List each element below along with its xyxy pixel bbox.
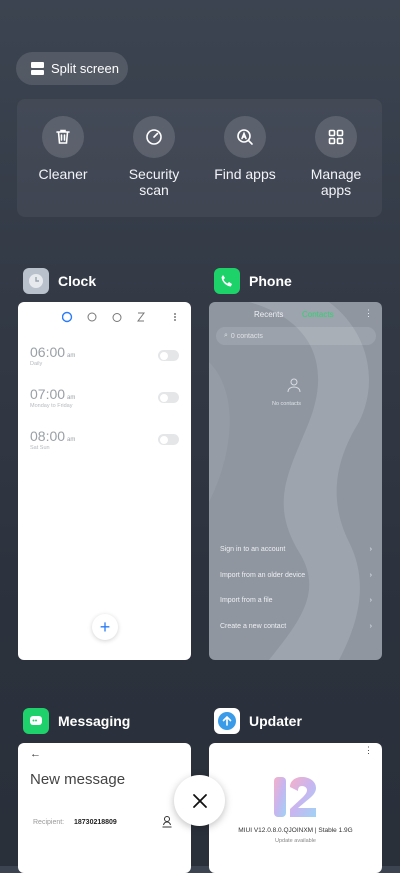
alarm-toggle[interactable] [158,392,179,403]
wallpaper-wave [209,302,369,660]
clock-app-preview[interactable]: 06:00 am Daily 07:00 am Monday to Friday 0… [18,302,191,660]
more-options-icon[interactable]: ⋮ [364,745,373,756]
menu-import-file[interactable]: Import from a file › [220,597,372,604]
back-arrow-icon[interactable]: ← [30,748,41,760]
clock-app-name: Clock [58,273,97,289]
messaging-app-icon [23,708,49,734]
manage-apps-button[interactable]: Manage apps [296,116,376,198]
messaging-app-preview[interactable]: ← New message Recipient: 18730218809 [18,743,191,873]
menu-create-contact[interactable]: Create a new contact › [220,623,372,630]
updater-app-header[interactable]: Updater [214,708,302,734]
split-screen-button[interactable]: Split screen [16,52,128,85]
chevron-right-icon: › [369,597,372,604]
security-scan-label: Security scan [128,166,180,198]
security-scan-button[interactable]: Security scan [114,116,194,198]
updater-app-name: Updater [249,713,302,729]
phone-app-header[interactable]: Phone [214,268,292,294]
find-apps-label: Find apps [214,166,276,182]
alarm-toggle[interactable] [158,350,179,361]
tab-recents[interactable]: Recents [254,310,283,319]
manage-apps-label: Manage apps [310,166,362,198]
miui-12-logo [272,775,318,819]
split-screen-label: Split screen [51,61,119,76]
no-contacts-text: No contacts [272,401,302,407]
split-screen-icon [31,62,44,75]
updater-app-icon [214,708,240,734]
find-apps-icon [224,116,266,158]
contact-picker-icon[interactable] [161,815,173,833]
clock-app-icon [23,268,49,294]
recipient-label: Recipient: [33,819,65,826]
messaging-app-name: Messaging [58,713,131,729]
phone-app-name: Phone [249,273,292,289]
phone-app-icon [214,268,240,294]
add-alarm-button[interactable]: + [92,614,118,640]
clock-tab-bar [61,310,187,323]
update-status: Update available [275,838,316,844]
tab-contacts[interactable]: Contacts [302,310,334,319]
chevron-right-icon: › [369,572,372,579]
updater-app-preview[interactable]: ⋮ MIUI V12.0.8.0.QJOINXM | Stable 1.9G U… [209,743,382,873]
version-text: MIUI V12.0.8.0.QJOINXM | Stable 1.9G [238,827,353,834]
person-icon [286,377,302,398]
chevron-right-icon: › [369,623,372,630]
messaging-app-header[interactable]: Messaging [23,708,130,734]
contacts-search-input[interactable]: ⌕ 0 contacts [216,327,376,345]
new-message-title: New message [30,771,126,788]
alarm-item[interactable]: 06:00 am Daily [30,344,75,367]
cleaner-button[interactable]: Cleaner [23,116,103,182]
quick-tools-panel: Cleaner Security scan Find apps Manage a… [17,99,382,217]
alarm-item[interactable]: 08:00 am Sat Sun [30,428,75,451]
close-icon [192,793,207,808]
more-options-icon[interactable]: ⋮ [364,308,373,319]
grid-icon [315,116,357,158]
menu-sign-in[interactable]: Sign in to an account › [220,546,372,553]
alarm-item[interactable]: 07:00 am Monday to Friday [30,386,75,409]
clear-all-button[interactable] [174,775,225,826]
clock-app-header[interactable]: Clock [23,268,96,294]
search-icon: ⌕ [224,332,228,339]
alarm-toggle[interactable] [158,434,179,445]
menu-import-device[interactable]: Import from an older device › [220,572,372,579]
trash-icon [42,116,84,158]
search-placeholder: 0 contacts [230,332,263,340]
security-gauge-icon [133,116,175,158]
chevron-right-icon: › [369,546,372,553]
cleaner-label: Cleaner [38,166,88,182]
find-apps-button[interactable]: Find apps [205,116,285,182]
recipient-value[interactable]: 18730218809 [74,819,117,826]
phone-app-preview[interactable]: Recents Contacts ⋮ ⌕ 0 contacts No conta… [209,302,382,660]
